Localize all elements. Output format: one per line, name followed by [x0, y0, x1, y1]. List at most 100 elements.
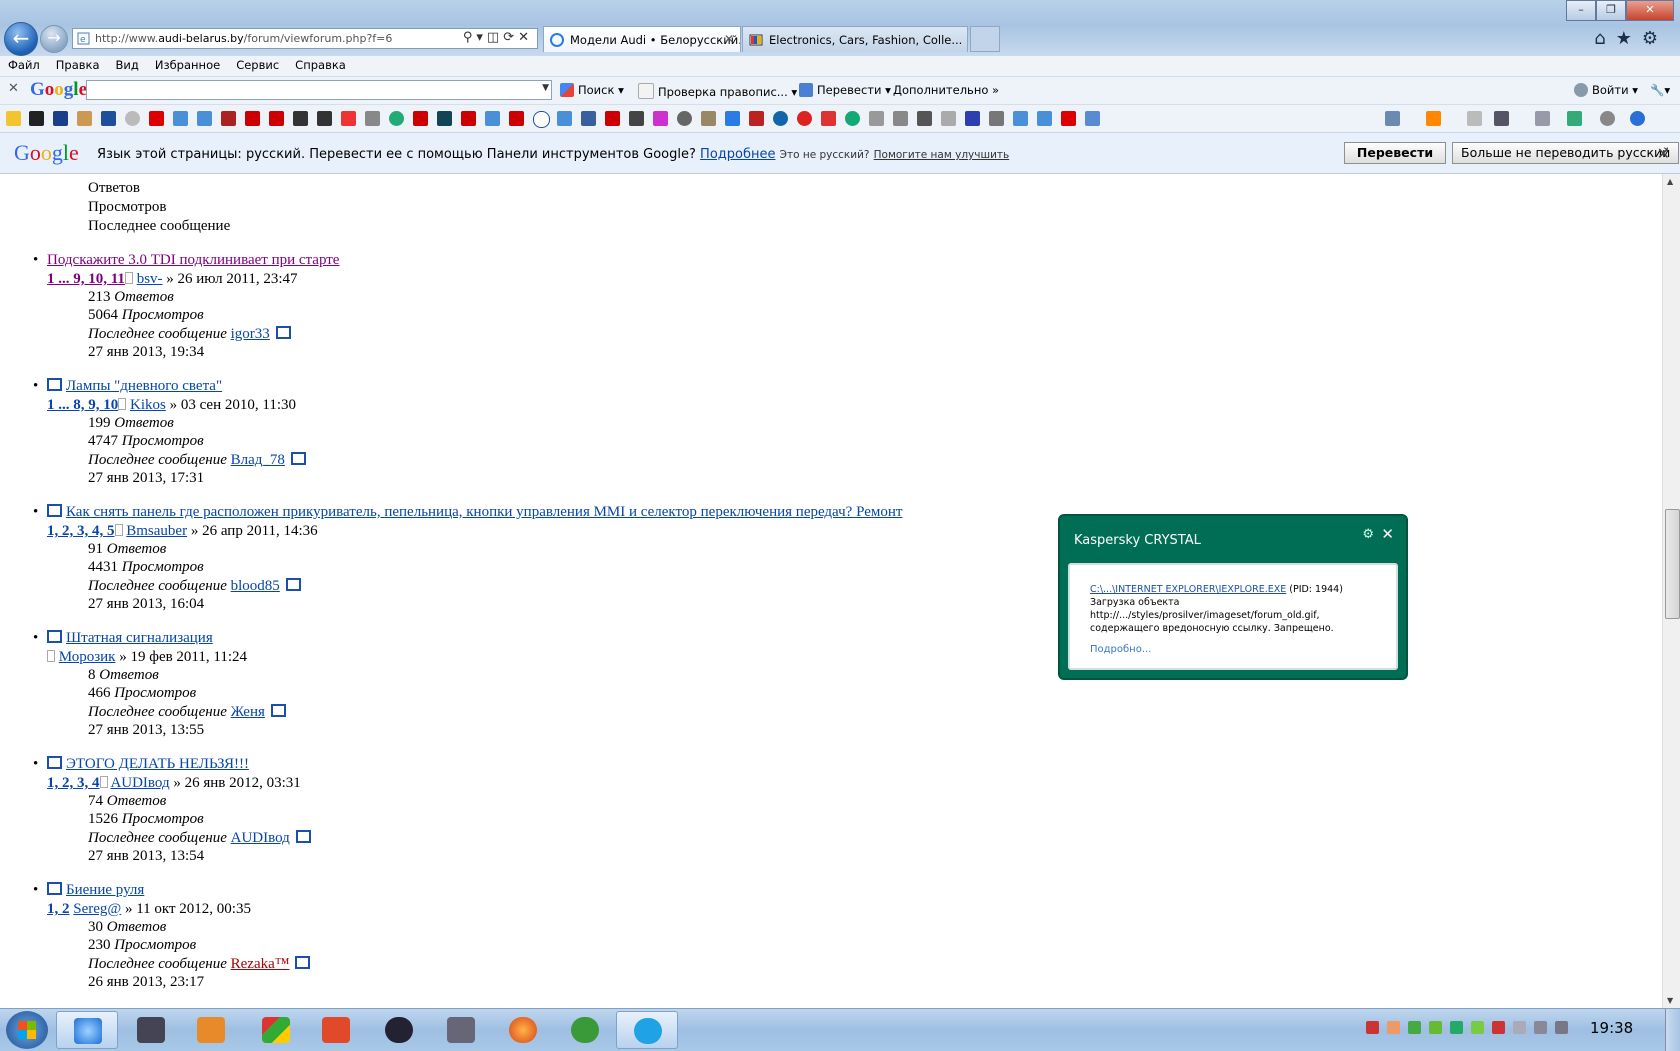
menu-tools[interactable]: Сервис [228, 56, 287, 72]
taskbar-app[interactable] [120, 1011, 182, 1049]
link-icon[interactable] [77, 111, 92, 126]
translate-page-button[interactable]: Перевести [1344, 142, 1446, 164]
youtube-icon[interactable] [413, 111, 428, 126]
audi-icon[interactable] [893, 111, 908, 126]
link-icon[interactable] [653, 111, 668, 126]
link-icon[interactable] [221, 111, 236, 126]
new-tab-button[interactable] [970, 26, 1000, 52]
author-link[interactable]: AUDIвод [110, 775, 169, 791]
gear-icon[interactable] [1600, 111, 1615, 126]
ie-link-icon[interactable] [173, 111, 188, 126]
taskbar-skype[interactable] [616, 1011, 678, 1049]
tray-icon[interactable] [1492, 1021, 1505, 1034]
ie-link-icon[interactable] [485, 111, 500, 126]
author-link[interactable]: bsv- [137, 271, 163, 287]
last-poster-link[interactable]: Влад_78 [231, 452, 285, 468]
link-icon[interactable] [53, 111, 68, 126]
ie-link-icon[interactable] [1013, 111, 1028, 126]
tray-icon[interactable] [1450, 1021, 1463, 1034]
youtube-icon[interactable] [245, 111, 260, 126]
last-poster-link[interactable]: Rezaka™ [231, 956, 290, 972]
page-links[interactable]: 1 ... 9, 10, 11 [47, 271, 125, 287]
globe-icon[interactable] [773, 111, 788, 126]
tab-audi-forum[interactable]: Модели Audi • Белорусский... ✕ [543, 26, 741, 52]
translate-button[interactable]: Перевести ▾ [799, 83, 891, 97]
youtube-icon[interactable] [461, 111, 476, 126]
details-link[interactable]: Подробно... [1090, 643, 1384, 656]
topic-title-link[interactable]: Как снять панель где расположен прикурив… [66, 504, 902, 520]
back-button[interactable]: ← [4, 22, 38, 56]
link-icon[interactable] [365, 111, 380, 126]
taskbar-firefox[interactable] [492, 1011, 554, 1049]
gear-icon[interactable]: ⚙ [1642, 28, 1668, 49]
tray-icon[interactable] [1429, 1021, 1442, 1034]
link-icon[interactable] [341, 111, 356, 126]
goto-last-post-icon[interactable] [270, 704, 286, 717]
page-menu-icon[interactable] [1535, 111, 1550, 126]
page-links[interactable]: 1 ... 8, 9, 10 [47, 397, 118, 413]
address-bar[interactable]: e http://www.audi-belarus.by/forum/viewf… [72, 28, 538, 49]
favorites-star-icon[interactable]: ★ [1616, 28, 1642, 49]
topic-title-link[interactable]: Подскажите 3.0 TDI подклинивает при стар… [47, 252, 339, 268]
menu-edit[interactable]: Правка [48, 56, 108, 72]
link-icon[interactable] [821, 111, 836, 126]
youtube-icon[interactable] [605, 111, 620, 126]
topic-title-link[interactable]: Лампы "дневного света" [66, 378, 222, 394]
close-tab-icon[interactable]: ✕ [724, 32, 734, 46]
link-icon[interactable] [701, 111, 716, 126]
link-icon[interactable] [437, 111, 452, 126]
menu-favorites[interactable]: Избранное [147, 56, 228, 72]
author-link[interactable]: Sereg@ [73, 901, 121, 917]
taskbar-internet-explorer[interactable] [56, 1011, 118, 1049]
close-window-button[interactable]: ✕ [1626, 0, 1674, 21]
link-icon[interactable] [581, 111, 596, 126]
show-desktop-button[interactable] [1665, 1009, 1680, 1051]
forward-button[interactable]: → [40, 25, 68, 53]
link-icon[interactable] [869, 111, 884, 126]
menu-help[interactable]: Справка [287, 56, 354, 72]
scroll-down-arrow-icon[interactable]: ▼ [1667, 996, 1673, 1005]
google-search-button[interactable]: Поиск ▾ [560, 83, 624, 97]
help-improve-link[interactable]: Помогите нам улучшить [874, 149, 1010, 161]
wrench-icon[interactable]: 🔧▾ [1650, 83, 1670, 97]
link-icon[interactable] [101, 111, 116, 126]
link-icon[interactable] [917, 111, 932, 126]
scrollbar-thumb[interactable] [1665, 509, 1680, 619]
close-icon[interactable]: ✕ [1381, 525, 1394, 543]
link-icon[interactable] [797, 111, 812, 126]
network-icon[interactable] [1534, 1021, 1547, 1034]
link-icon[interactable] [389, 111, 404, 126]
more-button[interactable]: Дополнительно » [893, 83, 999, 97]
link-icon[interactable] [317, 111, 332, 126]
goto-last-post-icon[interactable] [290, 452, 306, 465]
goto-last-post-icon[interactable] [275, 326, 291, 339]
link-icon[interactable] [965, 111, 980, 126]
page-links[interactable]: 1, 2 [47, 901, 70, 917]
home-icon[interactable]: ⌂ [1594, 28, 1615, 49]
favorites-star-icon[interactable] [6, 111, 21, 126]
mail-icon[interactable] [1467, 111, 1482, 126]
link-icon[interactable] [941, 111, 956, 126]
print-icon[interactable] [1494, 111, 1509, 126]
taskbar-powerpoint[interactable] [305, 1011, 367, 1049]
vag-com-icon[interactable] [749, 111, 764, 126]
link-icon[interactable] [725, 111, 740, 126]
topic-title-link[interactable]: Биение руля [66, 882, 144, 898]
volume-icon[interactable] [1555, 1021, 1568, 1034]
link-icon[interactable] [293, 111, 308, 126]
rss-icon[interactable] [1426, 111, 1441, 126]
page-links[interactable]: 1, 2, 3, 4 [47, 775, 100, 791]
tab-ebay[interactable]: Electronics, Cars, Fashion, Colle... [742, 26, 968, 52]
author-link[interactable]: Морозик [59, 649, 116, 665]
last-poster-link[interactable]: igor33 [231, 326, 270, 342]
address-tools[interactable]: ⚲▾◫⟳✕ [463, 30, 533, 45]
tray-icon[interactable] [1387, 1021, 1400, 1034]
flag-icon[interactable] [1513, 1021, 1526, 1034]
ie-link-icon[interactable] [1037, 111, 1052, 126]
link-icon[interactable] [845, 111, 860, 126]
author-link[interactable]: Bmsauber [126, 523, 187, 539]
youtube-icon[interactable] [269, 111, 284, 126]
home-icon[interactable] [1385, 111, 1400, 126]
youtube-icon[interactable] [509, 111, 524, 126]
last-poster-link[interactable]: Женя [231, 704, 265, 720]
